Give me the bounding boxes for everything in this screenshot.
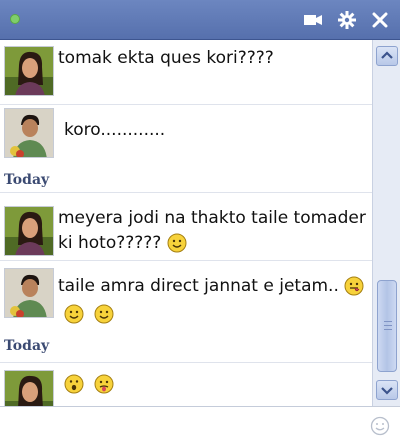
- emoticon-picker-icon[interactable]: [370, 416, 390, 436]
- chat-titlebar: [0, 0, 400, 40]
- smile-emoticon-icon: [64, 304, 84, 324]
- message-composer: [0, 406, 400, 443]
- online-status-icon: [10, 14, 20, 24]
- message-text: tomak ekta ques kori????: [58, 48, 274, 68]
- video-camera-icon[interactable]: [302, 9, 324, 31]
- divider: [0, 192, 372, 193]
- today-label: Today: [4, 172, 50, 188]
- message-text: meyera jodi na thakto taile tomader ki h…: [58, 206, 368, 256]
- avatar-female[interactable]: [4, 46, 54, 96]
- message-text: koro............: [64, 120, 166, 140]
- surprised-emoticon-icon: [64, 374, 84, 394]
- scrollbar[interactable]: [372, 40, 400, 406]
- scrollbar-thumb[interactable]: [377, 280, 397, 372]
- avatar-male[interactable]: [4, 268, 54, 318]
- message-text-content: meyera jodi na thakto taile tomader ki h…: [58, 208, 366, 253]
- today-label: Today: [4, 338, 50, 354]
- grip-line: [384, 325, 392, 326]
- avatar-male[interactable]: [4, 108, 54, 158]
- message-text: taile amra direct jannat e jetam..: [58, 274, 368, 299]
- emoticon-row: [64, 374, 120, 394]
- chevron-up-icon: [381, 51, 393, 59]
- divider: [0, 362, 372, 363]
- scroll-up-button[interactable]: [376, 46, 398, 66]
- message-text-content: taile amra direct jannat e jetam..: [58, 276, 339, 296]
- gear-icon[interactable]: [336, 9, 358, 31]
- chevron-down-icon: [381, 387, 393, 395]
- scroll-down-button[interactable]: [376, 380, 398, 400]
- tongue-sad-emoticon-icon: [94, 374, 114, 394]
- tongue-emoticon-icon: [344, 276, 364, 296]
- close-icon[interactable]: [369, 9, 391, 31]
- smile-emoticon-icon: [94, 304, 114, 324]
- smile-emoticon-icon: [167, 233, 187, 253]
- avatar-female[interactable]: [4, 370, 54, 406]
- emoticon-row: [64, 304, 120, 324]
- message-list[interactable]: tomak ekta ques kori???? Today koro.....…: [0, 40, 372, 406]
- message-input[interactable]: [6, 413, 356, 438]
- divider: [0, 104, 372, 105]
- grip-line: [384, 329, 392, 330]
- avatar-female[interactable]: [4, 206, 54, 256]
- grip-line: [384, 321, 392, 322]
- divider: [0, 260, 372, 261]
